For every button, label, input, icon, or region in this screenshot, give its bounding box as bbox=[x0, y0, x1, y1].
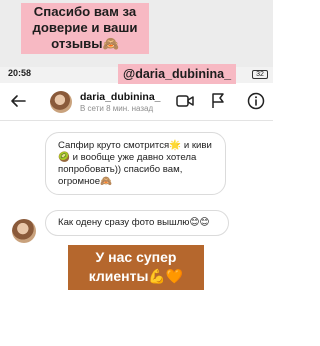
sender-avatar[interactable] bbox=[12, 219, 36, 243]
message-bubble[interactable]: Как одену сразу фото вышлю😊😊 bbox=[45, 210, 229, 236]
chat-username[interactable]: daria_dubinina_ bbox=[80, 91, 161, 103]
avatar[interactable] bbox=[50, 91, 72, 113]
back-arrow-icon[interactable] bbox=[10, 93, 26, 109]
last-seen-status: В сети 8 мин. назад bbox=[80, 104, 154, 113]
bottom-caption: У нас супер клиенты💪🧡 bbox=[68, 245, 204, 290]
flag-icon[interactable] bbox=[211, 93, 225, 109]
username-caption: @daria_dubinina_ bbox=[118, 64, 237, 84]
chat-header: daria_dubinina_ В сети 8 мин. назад bbox=[0, 83, 273, 121]
top-caption: Спасибо вам за доверие и ваши отзывы🙈 bbox=[21, 3, 149, 54]
video-call-icon[interactable] bbox=[176, 94, 194, 108]
message-text: Сапфир круто смотрится🌟 и киви 🥝 и вообщ… bbox=[58, 140, 212, 187]
info-icon[interactable] bbox=[247, 92, 265, 110]
message-thread: Сапфир круто смотрится🌟 и киви 🥝 и вообщ… bbox=[0, 121, 273, 346]
battery-icon: 32 bbox=[252, 70, 268, 79]
status-time: 20:58 bbox=[8, 68, 32, 78]
message-text: Как одену сразу фото вышлю😊😊 bbox=[58, 217, 210, 228]
message-bubble[interactable]: Сапфир круто смотрится🌟 и киви 🥝 и вообщ… bbox=[45, 132, 226, 195]
